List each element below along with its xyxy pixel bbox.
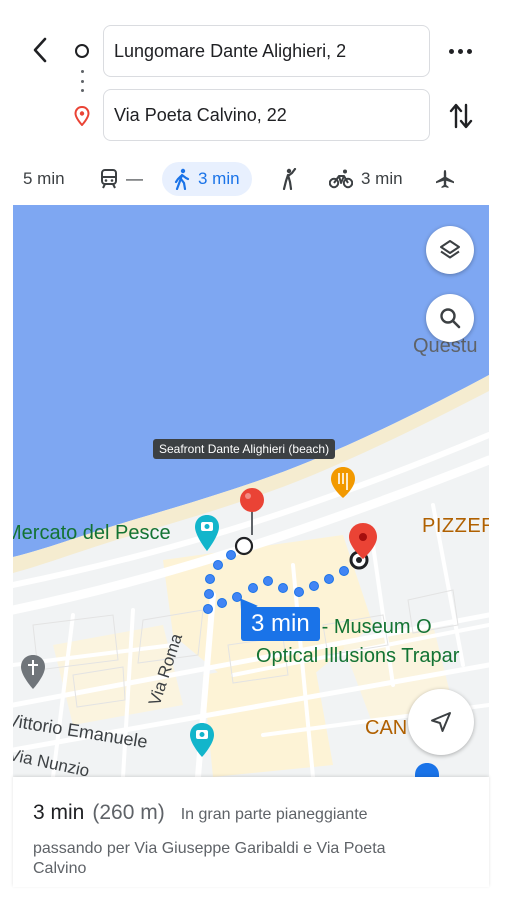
bike-icon [329, 169, 353, 189]
arrow-back-icon [33, 37, 47, 63]
layers-button[interactable] [426, 226, 474, 274]
swap-route-button[interactable] [446, 99, 476, 133]
travel-mode-bar: 5 min — 3 min 3 min [0, 160, 506, 200]
more-dot [466, 48, 472, 54]
my-location-button[interactable] [408, 689, 474, 755]
poi-label-museum-line2[interactable]: Optical Illusions Trapar [256, 645, 459, 668]
more-dot [457, 48, 463, 54]
map-background [13, 205, 489, 777]
mode-ride-hail[interactable] [280, 162, 300, 196]
ride-hail-icon [282, 168, 297, 190]
route-duration: 3 min [33, 801, 85, 824]
origin-field[interactable]: Lungomare Dante Alighieri, 2 [103, 25, 430, 77]
map-view[interactable]: Questu Seafront Dante Alighieri (beach) … [13, 205, 489, 777]
more-options-button[interactable] [444, 36, 476, 66]
back-button[interactable] [24, 32, 56, 68]
mode-transit[interactable]: — [100, 162, 143, 196]
mode-drive[interactable]: 5 min [23, 162, 65, 196]
pin-tooltip: Seafront Dante Alighieri (beach) [153, 439, 336, 459]
mode-bike-label: 3 min [361, 169, 403, 188]
destination-field[interactable]: Via Poeta Calvino, 22 [103, 89, 430, 141]
airplane-icon [436, 170, 454, 188]
search-icon [440, 308, 461, 329]
poi-label-cam[interactable]: CAN [365, 717, 407, 740]
route-summary-sheet[interactable]: 3 min (260 m) In gran parte pianeggiante… [13, 777, 489, 887]
destination-pin-icon [74, 106, 90, 126]
swap-vertical-icon [449, 103, 473, 129]
route-terrain: In gran parte pianeggiante [180, 806, 368, 823]
mode-walk-label: 3 min [198, 169, 240, 188]
search-along-route-button[interactable] [426, 294, 474, 342]
poi-label-mercato[interactable]: Mercato del Pesce [13, 522, 171, 545]
directions-header: Lungomare Dante Alighieri, 2 Via Poeta C… [0, 0, 506, 205]
origin-circle-icon [75, 44, 89, 58]
train-icon [101, 169, 117, 189]
navigation-arrow-icon [431, 712, 451, 732]
mode-flight[interactable] [435, 162, 455, 196]
layers-icon [440, 240, 460, 259]
route-time-badge: 3 min [241, 607, 320, 641]
route-distance: (260 m) [92, 801, 165, 824]
mode-bike[interactable]: 3 min [329, 162, 403, 196]
poi-label-pizzeria[interactable]: PIZZER [422, 515, 489, 538]
mode-transit-label: — [126, 169, 143, 188]
mode-drive-label: 5 min [23, 169, 65, 188]
walk-icon [174, 168, 190, 190]
more-dot [448, 48, 454, 54]
route-via-description: passando per Via Giuseppe Garibaldi e Vi… [33, 840, 386, 877]
mode-walk[interactable]: 3 min [162, 162, 252, 196]
route-connector-dots [81, 70, 84, 92]
